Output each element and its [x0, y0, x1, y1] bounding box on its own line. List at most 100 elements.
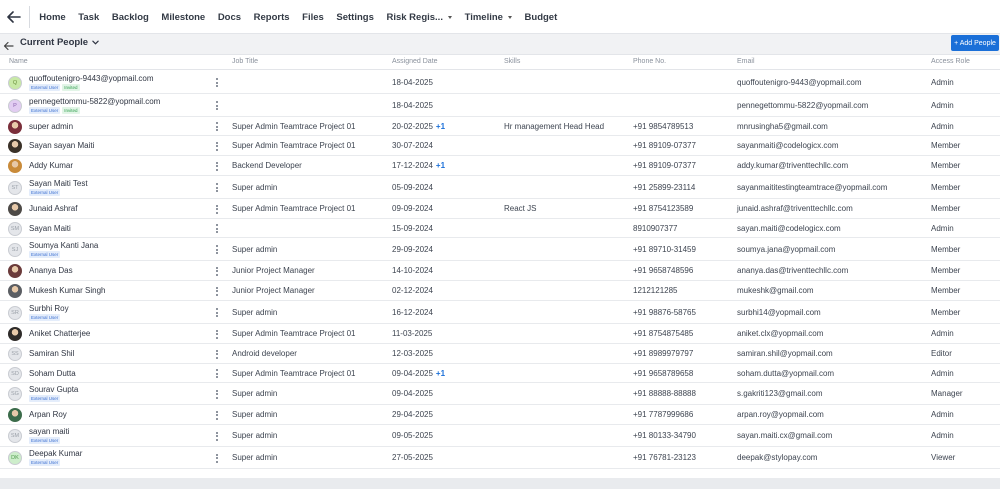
table-row[interactable]: Ppennegettommu-5822@yopmail.com External … [0, 94, 1000, 117]
row-menu-icon[interactable] [215, 308, 219, 317]
email-cell-text: samiran.shil@yopmail.com [737, 349, 833, 358]
email-cell-text: surbhi14@yopmail.com [737, 307, 821, 317]
assigned-date-cell-text: 12-03-2025 [392, 349, 433, 358]
table-row[interactable]: Junaid Ashraf Super Admin Teamtrace Proje… [0, 199, 1000, 219]
phone-cell-text: +91 8989979797 [633, 349, 694, 358]
row-menu-icon[interactable] [215, 329, 219, 339]
access-role-cell: Admin [931, 101, 954, 110]
nav-item-label: Home [39, 11, 66, 23]
row-menu-icon[interactable] [215, 369, 219, 378]
phone-cell: +91 89710-31459 [633, 245, 696, 254]
table-row[interactable]: SJ Soumya Kanti Jana External User Super ad… [0, 238, 1000, 261]
nav-item-task[interactable]: Task [78, 12, 99, 23]
job-title-cell-text: Android developer [232, 349, 297, 358]
table-row[interactable]: super admin Super Admin Teamtrace Project… [0, 117, 1000, 136]
back-arrow-icon[interactable] [3, 38, 15, 51]
nav-item-milestone[interactable]: Milestone [161, 12, 205, 23]
email-cell: samiran.shil@yopmail.com [737, 349, 833, 358]
external-user-badge: External User [29, 437, 61, 444]
email-cell: sayan.maiti.cx@gmail.com [737, 431, 832, 440]
nav-item-timeline[interactable]: Timeline [465, 12, 512, 23]
job-title-cell-text: Super Admin Teamtrace Project 01 [232, 204, 356, 213]
table-row[interactable]: SS Samiran Shil Android developer 12-03-202… [0, 344, 1000, 364]
row-menu-icon[interactable] [215, 78, 219, 87]
row-menu-icon[interactable] [215, 389, 219, 399]
email-cell: pennegettommu-5822@yopmail.com [737, 101, 868, 110]
row-menu-icon[interactable] [215, 161, 219, 171]
column-header-email: Email [737, 58, 755, 65]
table-row[interactable]: Aniket Chatterjee Super Admin Teamtrace P… [0, 324, 1000, 344]
extra-dates-count[interactable]: +1 [436, 122, 445, 131]
row-menu-icon[interactable] [215, 183, 219, 192]
row-menu-icon[interactable] [215, 431, 219, 441]
nav-item-budget[interactable]: Budget [525, 12, 558, 23]
column-header-job-title: Job Title [232, 58, 259, 65]
avatar: P [8, 98, 22, 113]
job-title-cell-text: Super admin [232, 182, 278, 192]
access-role-cell: Member [931, 245, 960, 254]
table-row[interactable]: SR Surbhi Roy External User Super admin 16-1… [0, 301, 1000, 324]
phone-cell: +91 9658789658 [633, 369, 693, 378]
extra-dates-count[interactable]: +1 [436, 369, 445, 378]
access-role-cell-text: Manager [931, 389, 963, 398]
table-row[interactable]: SM Sayan Maiti 15-09-2024 8910907377 sayan.m… [0, 219, 1000, 238]
avatar [8, 284, 22, 298]
access-role-cell-text: Admin [931, 77, 954, 87]
row-menu-icon[interactable] [215, 245, 219, 254]
nav-item-risk-regis[interactable]: Risk Regis... [386, 12, 452, 23]
access-role-cell-text: Member [931, 141, 961, 150]
table-row[interactable]: SD Soham Dutta Super Admin Teamtrace Proje… [0, 364, 1000, 383]
table-row[interactable]: ST Sayan Maiti Test External User Super adm… [0, 176, 1000, 199]
table-row[interactable]: Addy Kumar Backend Developer 17-12-2024 +1 +… [0, 156, 1000, 176]
person-name: Sayan Maiti Test [29, 178, 88, 188]
row-menu-icon[interactable] [215, 122, 219, 131]
job-title-cell: Android developer [232, 349, 297, 358]
table-row[interactable]: Mukesh Kumar Singh Junior Project Manager… [0, 281, 1000, 301]
nav-item-reports[interactable]: Reports [254, 12, 290, 23]
assigned-date-cell: 09-09-2024 [392, 204, 433, 213]
assigned-date-cell-text: 29-04-2025 [392, 410, 433, 419]
column-header-skills: Skills [504, 58, 521, 65]
phone-cell: +91 80133-34790 [633, 431, 696, 440]
person-name: Junaid Ashraf [29, 204, 78, 213]
table-row[interactable]: SM sayan maiti External User Super admin 09-… [0, 425, 1000, 447]
back-arrow-icon[interactable] [4, 6, 24, 28]
access-role-cell: Admin [931, 224, 954, 233]
email-cell: sayan.maiti@codelogicx.com [737, 224, 841, 233]
person-name: Sourav Gupta [29, 385, 79, 394]
row-menu-icon[interactable] [215, 224, 219, 233]
email-cell: sayanmaititestingteamtrace@yopmail.com [737, 183, 887, 192]
nav-item-files[interactable]: Files [302, 12, 324, 23]
table-row[interactable]: Arpan Roy Super admin 29-04-2025 +91 778799… [0, 405, 1000, 425]
table-row[interactable]: Qquoffoutenigro-9443@yopmail.com External… [0, 71, 1000, 94]
add-people-button[interactable]: + Add People [951, 35, 999, 51]
row-menu-icon[interactable] [215, 266, 219, 276]
row-menu-icon[interactable] [215, 141, 219, 151]
caret-down-icon [447, 15, 452, 19]
phone-cell: +91 9658748596 [633, 266, 693, 275]
table-row[interactable]: Ananya Das Junior Project Manager 14-10-20… [0, 261, 1000, 281]
assigned-date-cell: 05-09-2024 [392, 183, 433, 192]
nav-item-label: Budget [524, 11, 558, 23]
access-role-cell: Admin [931, 122, 954, 131]
row-menu-icon[interactable] [215, 453, 219, 463]
nav-item-home[interactable]: Home [39, 12, 65, 23]
access-role-cell-text: Admin [931, 223, 954, 233]
row-menu-icon[interactable] [215, 286, 219, 296]
row-menu-icon[interactable] [215, 204, 219, 214]
email-cell: junaid.ashraf@triventtechllc.com [737, 204, 853, 213]
nav-item-settings[interactable]: Settings [336, 12, 373, 23]
job-title-cell: Super Admin Teamtrace Project 01 [232, 122, 355, 131]
people-view-dropdown[interactable]: Current People [20, 37, 99, 48]
table-row[interactable]: SG Sourav Gupta External User Super admin 09… [0, 383, 1000, 405]
nav-item-docs[interactable]: Docs [218, 12, 241, 23]
column-header-assigned-date: Assigned Date [392, 58, 438, 65]
phone-cell-text: +91 98876-58765 [633, 307, 696, 317]
nav-item-backlog[interactable]: Backlog [112, 12, 149, 23]
row-menu-icon[interactable] [215, 101, 219, 110]
row-menu-icon[interactable] [215, 410, 219, 420]
row-menu-icon[interactable] [215, 349, 219, 359]
table-row[interactable]: Sayan sayan Maiti Super Admin Teamtrace P… [0, 136, 1000, 156]
extra-dates-count[interactable]: +1 [436, 161, 445, 170]
table-row[interactable]: DK Deepak Kumar External User Super admin 27… [0, 447, 1000, 469]
